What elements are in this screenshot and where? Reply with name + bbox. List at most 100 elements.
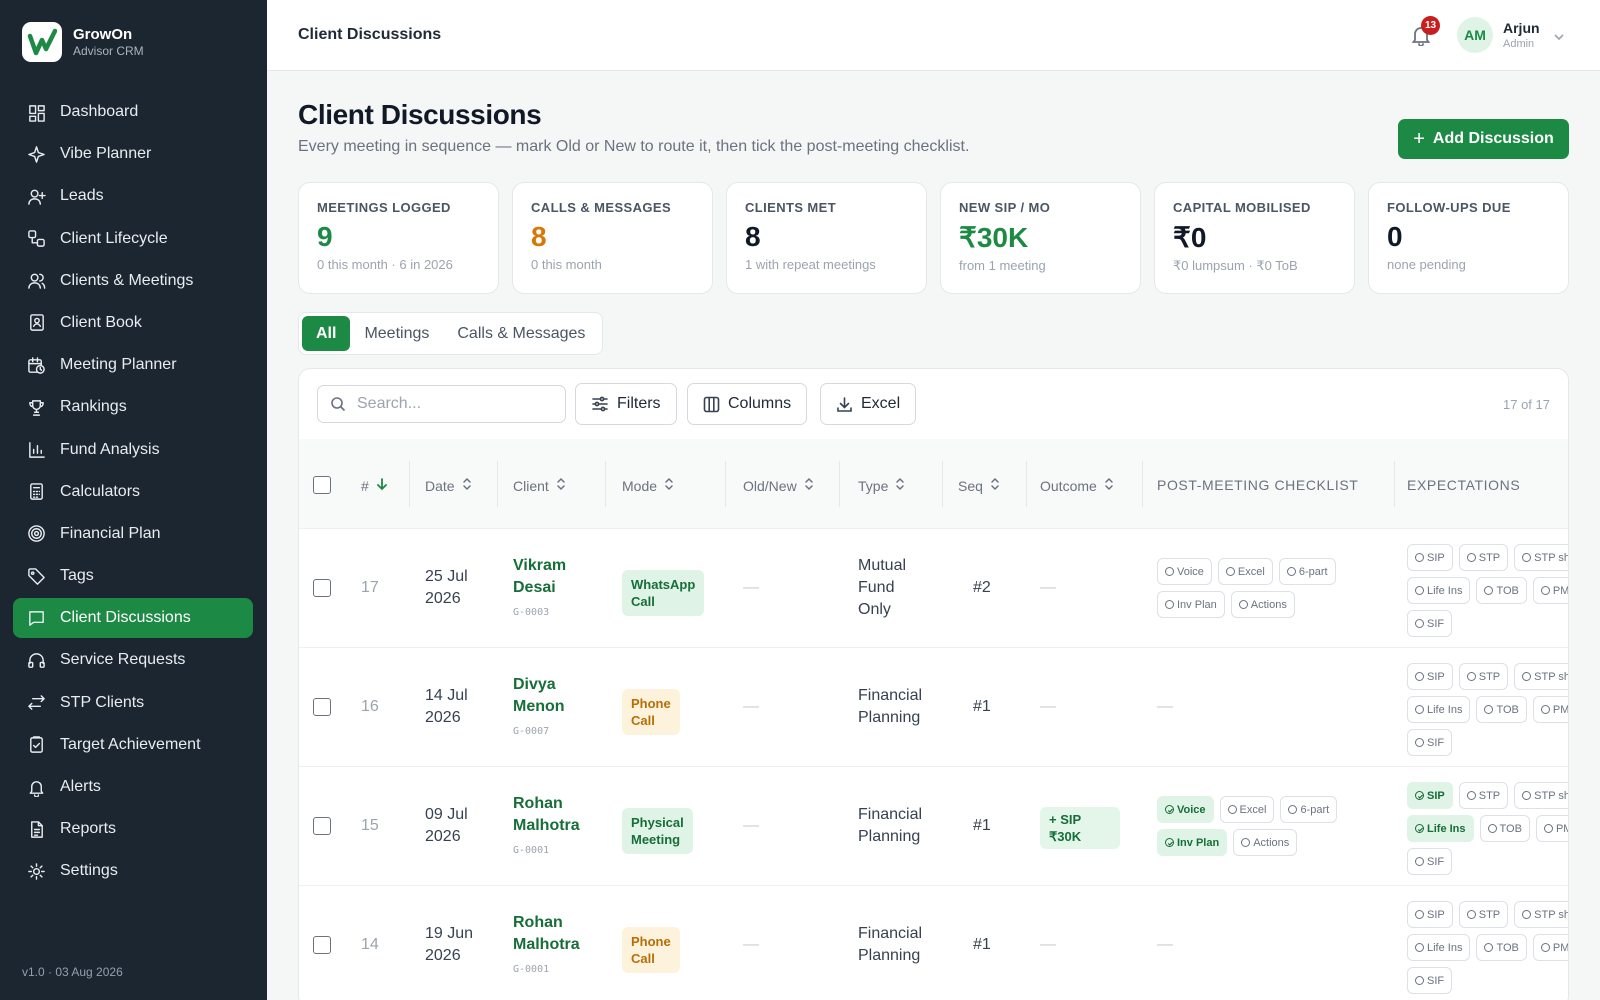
chip-tob[interactable]: TOB (1476, 696, 1527, 723)
chip-stp-sh[interactable]: STP sh (1514, 663, 1568, 690)
sort-descending-icon[interactable] (376, 477, 388, 494)
old-new-value[interactable]: — (743, 577, 759, 599)
chip-life-ins[interactable]: Life Ins (1407, 934, 1471, 961)
sidebar-item-reports[interactable]: Reports (13, 809, 253, 849)
sidebar-item-meeting-planner[interactable]: Meeting Planner (13, 345, 253, 385)
tab-calls-messages[interactable]: Calls & Messages (443, 316, 599, 351)
user-name[interactable]: Arjun (1503, 20, 1540, 36)
add-discussion-button[interactable]: + Add Discussion (1398, 119, 1569, 159)
column-header-post-meeting-checklist[interactable]: Post-Meeting Checklist (1157, 477, 1358, 493)
sidebar-item-financial-plan[interactable]: Financial Plan (13, 514, 253, 554)
sort-icon[interactable] (1104, 477, 1114, 494)
chip-stp[interactable]: STP (1458, 544, 1509, 571)
tab-all[interactable]: All (302, 316, 351, 351)
client-name-line[interactable]: Divya (513, 674, 565, 696)
sidebar-item-dashboard[interactable]: Dashboard (13, 92, 253, 132)
chip-pm[interactable]: PM (1535, 815, 1568, 842)
chip-inv-plan[interactable]: Inv Plan (1157, 829, 1228, 856)
chevron-down-icon[interactable] (1553, 28, 1565, 46)
columns-button[interactable]: Columns (687, 383, 808, 425)
column-header-mode[interactable]: Mode (622, 477, 674, 494)
chip-stp-sh[interactable]: STP sh (1514, 544, 1568, 571)
sidebar-item-service-requests[interactable]: Service Requests (13, 640, 253, 680)
chip-tob[interactable]: TOB (1479, 815, 1530, 842)
chip-tob[interactable]: TOB (1476, 934, 1527, 961)
chip-6-part[interactable]: 6-part (1278, 558, 1336, 585)
column-header-client[interactable]: Client (513, 477, 566, 494)
client-name-line[interactable]: Rohan (513, 912, 580, 934)
old-new-value[interactable]: — (743, 815, 759, 837)
chip-actions[interactable]: Actions (1233, 829, 1298, 856)
chip-excel[interactable]: Excel (1217, 558, 1273, 585)
sort-icon[interactable] (895, 477, 905, 494)
chip-stp-sh[interactable]: STP sh (1514, 782, 1568, 809)
sort-icon[interactable] (664, 477, 674, 494)
chip-6-part[interactable]: 6-part (1280, 796, 1338, 823)
sidebar-item-settings[interactable]: Settings (13, 851, 253, 891)
table-row[interactable]: 15 09 Jul 2026 Rohan Malhotra G-0001 Physical M… (299, 767, 1568, 886)
filters-button[interactable]: Filters (575, 383, 677, 425)
client-name-line[interactable]: Vikram (513, 555, 566, 577)
client-name-line[interactable]: Malhotra (513, 934, 580, 956)
column-header-date[interactable]: Date (425, 477, 472, 494)
column-header-old-new[interactable]: Old/New (743, 477, 814, 494)
column-header-outcome[interactable]: Outcome (1040, 477, 1114, 494)
select-all-checkbox[interactable] (313, 476, 331, 494)
client-name-line[interactable]: Rohan (513, 793, 580, 815)
client-name-line[interactable]: Malhotra (513, 815, 580, 837)
chip-life-ins[interactable]: Life Ins (1407, 577, 1471, 604)
chip-pm[interactable]: PM (1532, 577, 1568, 604)
sidebar-item-target-achievement[interactable]: Target Achievement (13, 725, 253, 765)
sidebar-item-vibe-planner[interactable]: Vibe Planner (13, 134, 253, 174)
table-row[interactable]: 17 25 Jul 2026 Vikram Desai G-0003 WhatsApp Cal… (299, 529, 1568, 648)
chip-inv-plan[interactable]: Inv Plan (1157, 591, 1225, 618)
search-input[interactable]: Search... (317, 385, 566, 423)
client-name-line[interactable]: Menon (513, 696, 565, 718)
chip-sif[interactable]: SIF (1407, 610, 1453, 637)
column-header-expectations[interactable]: Expectations (1407, 477, 1520, 493)
column-header-type[interactable]: Type (858, 477, 905, 494)
chip-sif[interactable]: SIF (1407, 729, 1453, 756)
excel-export-button[interactable]: Excel (820, 383, 917, 425)
row-client[interactable]: Divya Menon G-0007 (513, 674, 565, 743)
sort-icon[interactable] (990, 477, 1000, 494)
row-client[interactable]: Rohan Malhotra G-0001 (513, 912, 580, 981)
row-checkbox[interactable] (313, 817, 331, 835)
chip-life-ins[interactable]: Life Ins (1407, 815, 1474, 842)
sort-icon[interactable] (462, 477, 472, 494)
chip-sif[interactable]: SIF (1407, 848, 1453, 875)
chip-life-ins[interactable]: Life Ins (1407, 696, 1471, 723)
user-avatar[interactable]: AM (1457, 17, 1493, 53)
tab-meetings[interactable]: Meetings (350, 316, 443, 351)
chip-sip[interactable]: SIP (1407, 663, 1453, 690)
chip-voice[interactable]: Voice (1157, 558, 1212, 585)
table-row[interactable]: 14 19 Jun 2026 Rohan Malhotra G-0001 Phone Call… (299, 886, 1568, 1000)
sidebar-item-client-book[interactable]: Client Book (13, 303, 253, 343)
row-checkbox[interactable] (313, 936, 331, 954)
chip-stp[interactable]: STP (1458, 901, 1509, 928)
row-client[interactable]: Rohan Malhotra G-0001 (513, 793, 580, 862)
table-row[interactable]: 16 14 Jul 2026 Divya Menon G-0007 Phone Call — Fi… (299, 648, 1568, 767)
chip-tob[interactable]: TOB (1476, 577, 1527, 604)
chip-stp[interactable]: STP (1458, 663, 1509, 690)
chip-voice[interactable]: Voice (1157, 796, 1214, 823)
client-name-line[interactable]: Desai (513, 577, 566, 599)
sort-icon[interactable] (804, 477, 814, 494)
chip-sif[interactable]: SIF (1407, 967, 1453, 994)
old-new-value[interactable]: — (743, 696, 759, 718)
column-header-number[interactable]: # (361, 477, 388, 494)
sidebar-item-alerts[interactable]: Alerts (13, 767, 253, 807)
old-new-value[interactable]: — (743, 934, 759, 956)
row-checkbox[interactable] (313, 579, 331, 597)
column-header-seq[interactable]: Seq (958, 477, 1000, 494)
chip-excel[interactable]: Excel (1219, 796, 1275, 823)
sidebar-item-calculators[interactable]: Calculators (13, 472, 253, 512)
sort-icon[interactable] (556, 477, 566, 494)
brand[interactable]: GrowOn Advisor CRM (22, 22, 144, 62)
sidebar-item-clients-meetings[interactable]: Clients & Meetings (13, 261, 253, 301)
sidebar-item-rankings[interactable]: Rankings (13, 387, 253, 427)
chip-sip[interactable]: SIP (1407, 901, 1453, 928)
chip-stp[interactable]: STP (1458, 782, 1509, 809)
row-client[interactable]: Vikram Desai G-0003 (513, 555, 566, 624)
chip-pm[interactable]: PM (1532, 934, 1568, 961)
